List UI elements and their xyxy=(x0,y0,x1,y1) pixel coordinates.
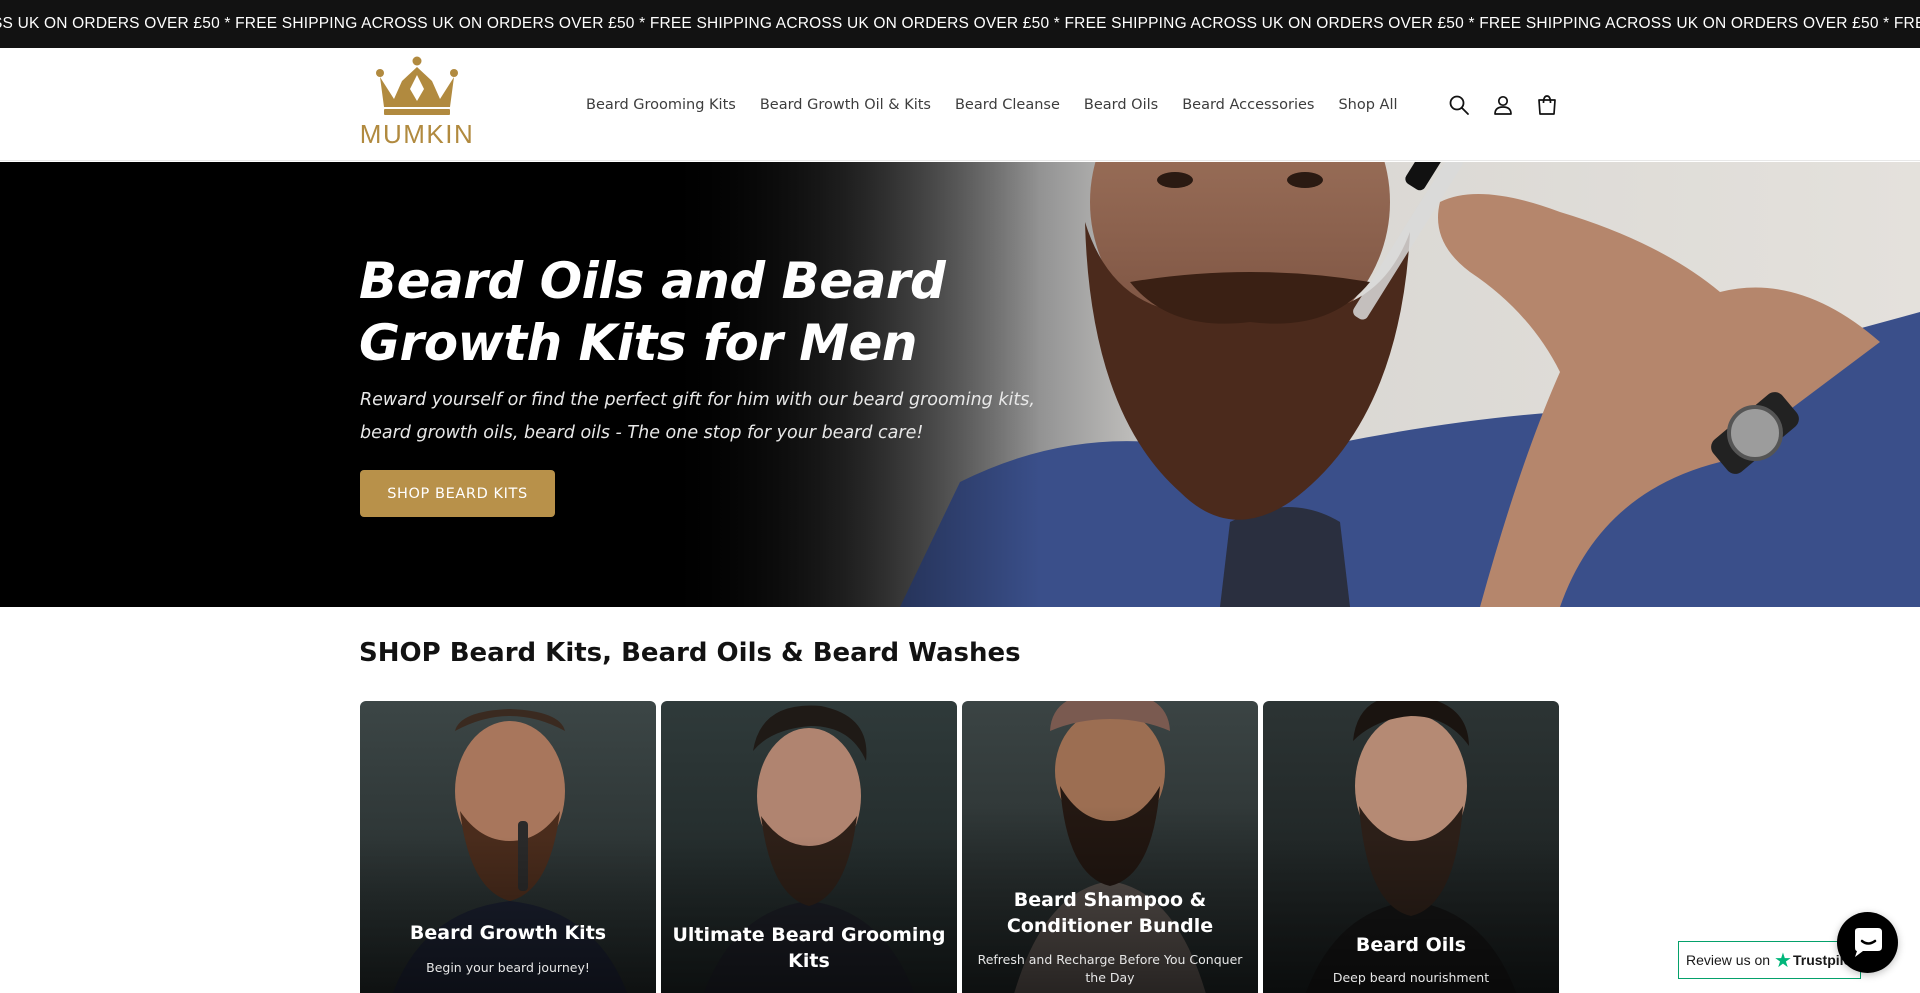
hero-banner: Beard Oils and Beard Growth Kits for Men… xyxy=(0,162,1920,607)
announcement-bar: SS UK ON ORDERS OVER £50 * FREE SHIPPING… xyxy=(0,0,1920,48)
card-subtitle: Deep beard nourishment xyxy=(1332,970,1490,985)
collections-heading: SHOP Beard Kits, Beard Oils & Beard Wash… xyxy=(359,638,1021,668)
hero-title: Beard Oils and Beard Growth Kits for Men xyxy=(359,252,946,372)
card-title: Beard Shampoo & Conditioner Bundle xyxy=(1006,889,1214,937)
cart-icon xyxy=(1538,95,1556,115)
card-subtitle: Refresh and Recharge Before You Conquer … xyxy=(977,952,1243,985)
chat-bubble-icon xyxy=(1854,927,1882,957)
collection-cards: Beard Growth Kits Begin your beard journ… xyxy=(360,701,1560,993)
site-header: MUMKIN Beard Grooming Kits Beard Growth … xyxy=(0,48,1920,161)
shop-beard-kits-button[interactable]: SHOP BEARD KITS xyxy=(360,470,555,517)
cart-button[interactable] xyxy=(1525,90,1569,120)
crown-icon xyxy=(376,56,458,115)
card-title: Ultimate Beard Grooming Kits xyxy=(672,924,946,972)
collection-card-beard-oils[interactable]: Beard Oils Deep beard nourishment xyxy=(1263,701,1559,993)
header-icons xyxy=(1437,90,1569,120)
card-image xyxy=(360,701,656,993)
card-title: Beard Oils xyxy=(1355,934,1467,956)
card-subtitle: Begin your beard journey! xyxy=(426,960,590,975)
nav-item-beard-growth-oil-kits[interactable]: Beard Growth Oil & Kits xyxy=(760,97,931,113)
trustpilot-star-icon: ★ xyxy=(1774,948,1792,972)
trustpilot-label: Review us on xyxy=(1686,952,1771,968)
hero-subtitle: Reward yourself or find the perfect gift… xyxy=(360,390,1035,443)
collection-card-beard-shampoo-conditioner-bundle[interactable]: Beard Shampoo & Conditioner Bundle Refre… xyxy=(962,701,1258,993)
logo-text: MUMKIN xyxy=(359,119,475,149)
account-button[interactable] xyxy=(1481,90,1525,120)
announcement-text: SS UK ON ORDERS OVER £50 * FREE SHIPPING… xyxy=(0,15,1920,32)
nav-item-beard-accessories[interactable]: Beard Accessories xyxy=(1182,97,1314,113)
search-button[interactable] xyxy=(1437,90,1481,120)
card-image xyxy=(962,701,1258,993)
trustpilot-review-widget[interactable]: Review us on ★ Trustpilot xyxy=(1678,941,1861,979)
account-icon xyxy=(1494,95,1512,115)
collection-card-ultimate-beard-grooming-kits[interactable]: Ultimate Beard Grooming Kits xyxy=(661,701,957,993)
nav-item-beard-oils[interactable]: Beard Oils xyxy=(1084,97,1158,113)
chat-button[interactable] xyxy=(1837,912,1898,973)
logo[interactable]: MUMKIN xyxy=(358,55,476,155)
card-title: Beard Growth Kits xyxy=(409,922,607,944)
nav-item-beard-cleanse[interactable]: Beard Cleanse xyxy=(955,97,1060,113)
main-nav: Beard Grooming Kits Beard Growth Oil & K… xyxy=(574,48,1410,161)
search-icon xyxy=(1449,95,1469,115)
collection-card-beard-growth-kits[interactable]: Beard Growth Kits Begin your beard journ… xyxy=(360,701,656,993)
nav-item-shop-all[interactable]: Shop All xyxy=(1338,97,1397,113)
nav-item-beard-grooming-kits[interactable]: Beard Grooming Kits xyxy=(586,97,736,113)
